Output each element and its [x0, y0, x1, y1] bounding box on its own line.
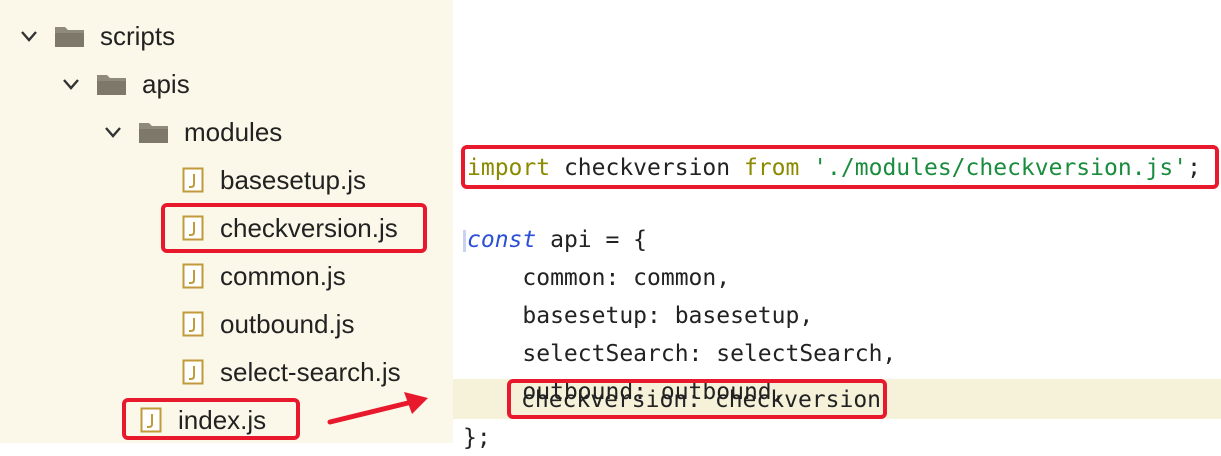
- folder-icon: [139, 123, 168, 143]
- code-line: selectSearch: selectSearch,: [467, 341, 897, 367]
- folder-icon: [55, 27, 84, 47]
- chevron-down-icon[interactable]: [60, 73, 82, 95]
- code-line: basesetup: basesetup,: [467, 303, 814, 329]
- tree-item-scripts[interactable]: scripts: [18, 16, 471, 56]
- code-line-close: };: [463, 425, 491, 451]
- tree-item-label: modules: [184, 116, 283, 147]
- tree-item-label: apis: [142, 68, 190, 99]
- tree-item-label: scripts: [100, 20, 176, 51]
- chevron-down-icon[interactable]: [18, 25, 40, 47]
- tree-item-apis[interactable]: apis: [60, 64, 513, 104]
- arrow-icon: [327, 392, 428, 425]
- js-file-icon: [182, 359, 204, 385]
- gutter-marker: [463, 230, 466, 252]
- code-line: common: common,: [467, 265, 731, 291]
- js-file-icon: [182, 311, 204, 337]
- highlight-box-checkversion-entry: [507, 379, 887, 419]
- tree-item-label: common.js: [220, 260, 346, 291]
- tree-item-label: outbound.js: [220, 308, 355, 339]
- code-editor[interactable]: import checkversion from './modules/chec…: [453, 140, 1221, 451]
- folder-icon: [97, 75, 126, 95]
- highlight-box-index: [122, 398, 300, 440]
- file-tree: scripts apis modules basesetup.js checkv…: [0, 0, 453, 443]
- keyword-const: const: [467, 227, 537, 253]
- js-file-icon: [182, 263, 204, 289]
- highlight-box-import: [461, 145, 1219, 189]
- tree-item-label: basesetup.js: [220, 164, 366, 195]
- tree-item-label: select-search.js: [220, 356, 401, 387]
- js-file-icon: [182, 167, 204, 193]
- code-line-const: const api = {: [467, 222, 647, 258]
- highlight-box-checkversion: [161, 203, 427, 253]
- chevron-down-icon[interactable]: [102, 121, 124, 143]
- const-rest: api = {: [536, 227, 648, 253]
